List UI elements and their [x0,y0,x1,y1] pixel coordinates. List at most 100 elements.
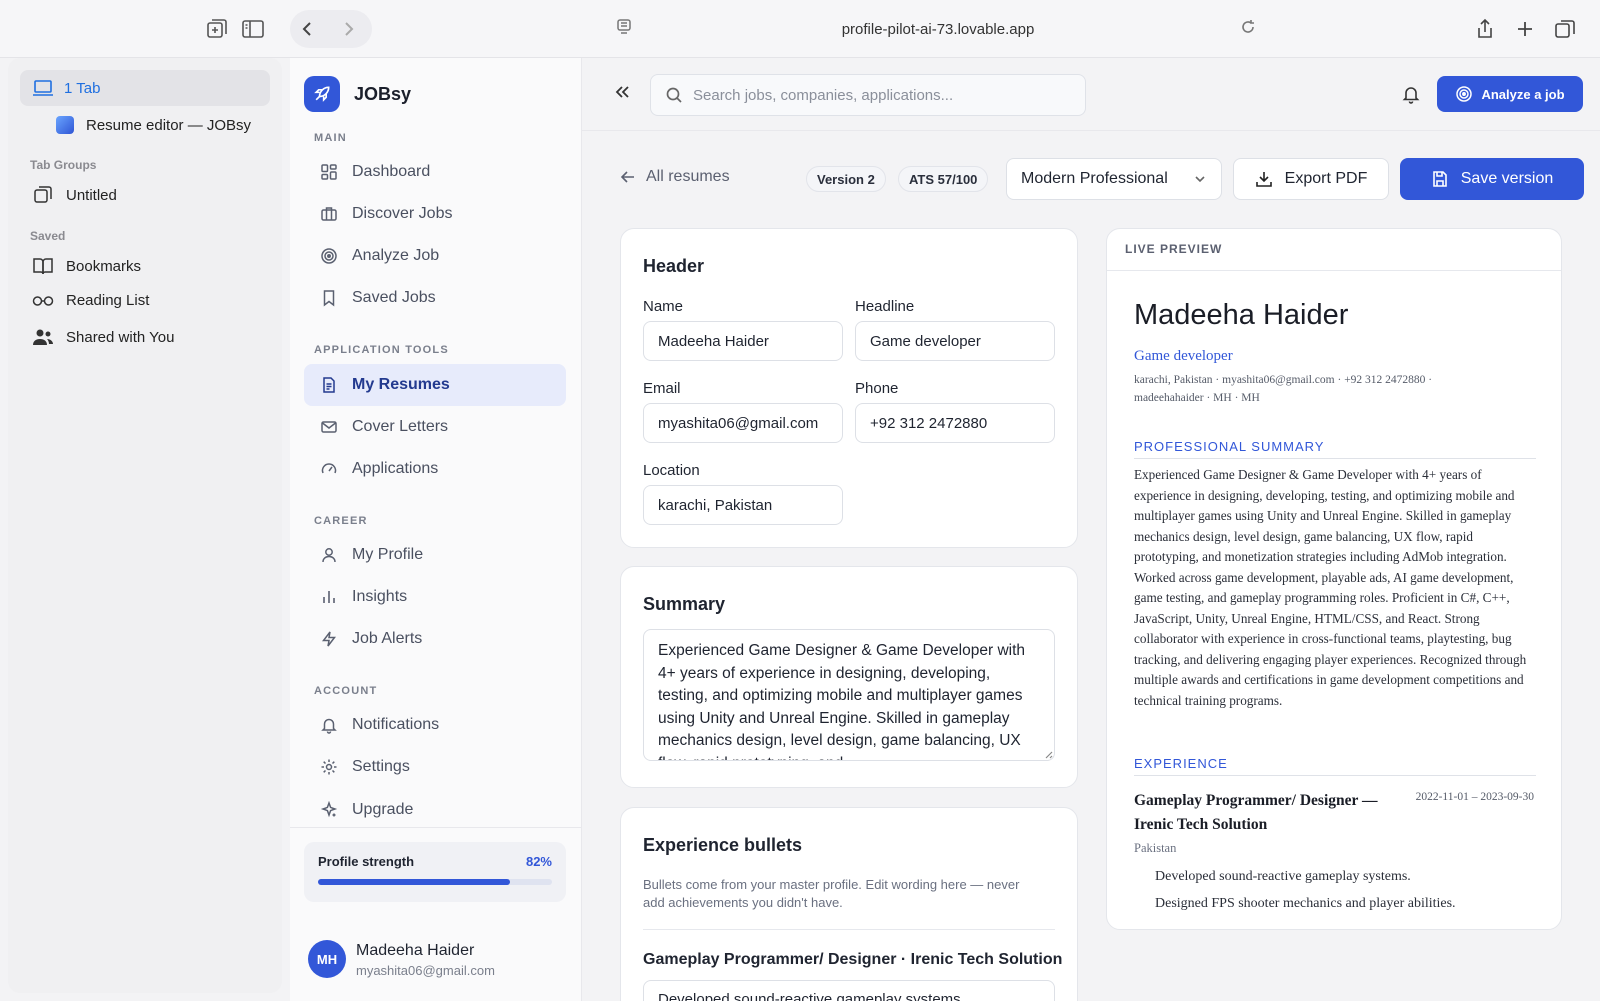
user-email: myashita06@gmail.com [356,963,495,978]
user-icon [322,548,336,563]
sidebar-item-reading-list[interactable]: Reading List [32,292,149,309]
sidebar-item-my-resumes[interactable]: My Resumes [304,364,566,406]
sidebar-item-shared[interactable]: Shared with You [32,328,174,346]
sidebar-item-job-alerts[interactable]: Job Alerts [304,618,566,660]
sidebar-item-applications[interactable]: Applications [304,448,566,490]
live-preview-card: LIVE PREVIEW Madeeha Haider Game develop… [1106,228,1562,930]
preview-job-location: Pakistan [1134,841,1177,855]
search-input[interactable] [693,86,1073,104]
sidebar-toggle-icon[interactable] [241,17,267,41]
mail-icon [321,421,337,433]
document-icon [323,377,335,393]
phone-field[interactable]: +92 312 2472880 [855,403,1055,443]
headline-field[interactable]: Game developer [855,321,1055,361]
target-icon [1456,86,1473,102]
save-icon [1432,171,1447,187]
export-pdf-button[interactable]: Export PDF [1233,158,1389,200]
search-bar[interactable] [650,74,1086,116]
sidebar-item-dashboard[interactable]: Dashboard [304,151,566,193]
sidebar-item-upgrade[interactable]: Upgrade [304,789,566,831]
summary-card-title: Summary [643,594,726,614]
tab-group-current[interactable]: 1 Tab [20,70,270,106]
header-card-title: Header [643,256,705,276]
notifications-bell-icon[interactable] [1401,84,1421,104]
profile-strength-fill [318,879,510,885]
sidebar-item-settings[interactable]: Settings [304,746,566,788]
profile-strength-value: 82% [525,854,552,869]
section-heading-application-tools: APPLICATION TOOLS [314,344,449,356]
reading-list-label: Reading List [66,292,150,309]
location-field[interactable]: karachi, Pakistan [643,485,843,525]
sidebar-item-notifications[interactable]: Notifications [304,704,566,746]
open-tab-title: Resume editor — JOBsy [86,116,252,134]
brand-logo[interactable] [304,76,340,112]
headline-label: Headline [855,298,915,315]
nav-label: My Profile [352,546,424,563]
nav-label: Notifications [352,716,440,733]
nav-label: Discover Jobs [352,205,453,222]
experience-bullets-card: Experience bullets Bullets come from you… [620,807,1078,1001]
save-version-button[interactable]: Save version [1400,158,1584,200]
analyze-job-button[interactable]: Analyze a job [1437,76,1583,112]
laptop-icon [33,80,53,96]
chevron-down-icon [1195,176,1205,183]
grid-icon [321,164,337,180]
collapse-sidebar-icon[interactable] [612,82,632,102]
nav-label: Applications [352,460,439,477]
sidebar-item-analyze-job[interactable]: Analyze Job [304,235,566,277]
bullet-field[interactable]: Developed sound-reactive gameplay system… [643,980,1055,1001]
sidebar-item-saved-jobs[interactable]: Saved Jobs [304,277,566,319]
forward-icon[interactable] [336,17,362,41]
shared-label: Shared with You [66,328,175,346]
experience-bullets-hint: Bullets come from your master profile. E… [643,877,1020,910]
sidebar-item-insights[interactable]: Insights [304,576,566,618]
share-icon[interactable] [1473,17,1499,41]
glasses-icon [32,295,54,306]
sidebar-item-bookmarks[interactable]: Bookmarks [32,256,141,276]
sidebar-item-my-profile[interactable]: My Profile [304,534,566,576]
open-tab-item[interactable]: Resume editor — JOBsy [56,116,251,134]
nav-label: Analyze Job [352,247,440,264]
preview-headline: Game developer [1134,348,1233,364]
tab-group-label: 1 Tab [64,79,101,97]
nav-label: Saved Jobs [352,289,436,306]
preview-job-title: Gameplay Programmer/ Designer — Irenic T… [1134,792,1378,833]
name-field[interactable]: Madeeha Haider [643,321,843,361]
profile-strength-label: Profile strength [318,854,415,869]
summary-textarea[interactable]: Experienced Game Designer & Game Develop… [643,629,1055,761]
avatar[interactable]: MH [308,940,346,978]
tab-groups-heading: Tab Groups [30,158,97,172]
nav-label: Dashboard [352,163,431,180]
address-bar[interactable]: profile-pilot-ai-73.lovable.app [618,12,1258,46]
new-tab-icon[interactable] [1513,17,1539,41]
back-icon[interactable] [296,17,322,41]
summary-card: Summary Experienced Game Designer & Game… [620,566,1078,788]
email-field[interactable]: myashita06@gmail.com [643,403,843,443]
tab-group-untitled[interactable]: Untitled [32,184,117,206]
lightning-icon [321,631,337,647]
tab-group-icon [34,186,52,203]
live-preview-label: LIVE PREVIEW [1107,229,1561,271]
preview-name: Madeeha Haider [1134,299,1349,331]
divider [643,929,1055,930]
all-resumes-link[interactable]: All resumes [620,168,730,186]
arrow-left-icon [620,171,634,183]
email-label: Email [643,380,681,397]
sidebar-item-discover-jobs[interactable]: Discover Jobs [304,193,566,235]
gauge-icon [321,463,337,474]
version-badge: Version 2 [806,166,886,192]
tab-overview-icon[interactable] [1553,17,1579,41]
reload-icon[interactable] [1238,17,1264,41]
book-icon [33,258,53,275]
resize-handle-icon[interactable] [1043,749,1053,759]
url-text: profile-pilot-ai-73.lovable.app [841,20,1035,38]
header-divider [582,130,1600,131]
sidebar-item-cover-letters[interactable]: Cover Letters [304,406,566,448]
profile-strength-card: Profile strength 82% [304,842,566,902]
preview-summary-heading: PROFESSIONAL SUMMARY [1134,439,1536,459]
preview-summary: Experienced Game Designer & Game Develop… [1134,467,1527,708]
template-select[interactable]: Modern Professional [1006,158,1222,200]
browser-toolbar: profile-pilot-ai-73.lovable.app [0,0,1600,58]
new-tab-group-icon[interactable] [205,17,231,41]
analyze-job-label: Analyze a job [1481,86,1565,102]
